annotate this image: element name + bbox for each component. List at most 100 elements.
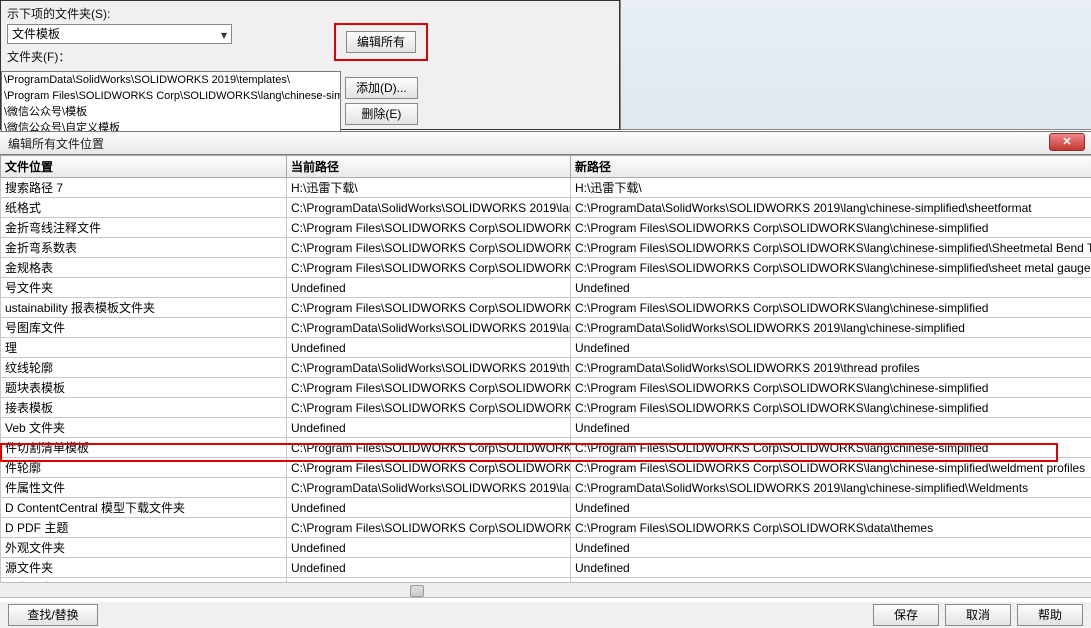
cell-new-path[interactable]: Undefined — [571, 538, 1091, 558]
table-row[interactable]: 金规格表C:\Program Files\SOLIDWORKS Corp\SOL… — [1, 258, 1091, 278]
cell-file-location[interactable]: ustainability 报表模板文件夹 — [1, 298, 287, 318]
table-row[interactable]: ustainability 报表模板文件夹C:\Program Files\SO… — [1, 298, 1091, 318]
cell-current-path[interactable]: C:\ProgramData\SolidWorks\SOLIDWORKS 201… — [287, 358, 571, 378]
scrollbar-thumb[interactable] — [410, 585, 424, 597]
cell-file-location[interactable]: 金折弯系数表 — [1, 238, 287, 258]
cell-current-path[interactable]: Undefined — [287, 498, 571, 518]
cell-new-path[interactable]: C:\Program Files\SOLIDWORKS Corp\SOLIDWO… — [571, 438, 1091, 458]
cell-new-path[interactable]: C:\ProgramData\SolidWorks\SOLIDWORKS 201… — [571, 198, 1091, 218]
table-row[interactable]: 件切割清单模板C:\Program Files\SOLIDWORKS Corp\… — [1, 438, 1091, 458]
cell-new-path[interactable]: H:\迅雷下载\ — [571, 178, 1091, 198]
table-row[interactable]: 金折弯线注释文件C:\Program Files\SOLIDWORKS Corp… — [1, 218, 1091, 238]
table-row[interactable]: 接表模板C:\Program Files\SOLIDWORKS Corp\SOL… — [1, 398, 1091, 418]
cell-current-path[interactable]: C:\ProgramData\SolidWorks\SOLIDWORKS 201… — [287, 198, 571, 218]
table-row[interactable]: 外观文件夹UndefinedUndefined — [1, 538, 1091, 558]
cell-file-location[interactable]: 源文件夹 — [1, 558, 287, 578]
cell-new-path[interactable]: C:\Program Files\SOLIDWORKS Corp\SOLIDWO… — [571, 378, 1091, 398]
cell-file-location[interactable]: 金折弯线注释文件 — [1, 218, 287, 238]
cell-current-path[interactable]: C:\ProgramData\SolidWorks\SOLIDWORKS 201… — [287, 478, 571, 498]
cell-new-path[interactable]: C:\Program Files\SOLIDWORKS Corp\SOLIDWO… — [571, 518, 1091, 538]
table-row[interactable]: 件轮廓C:\Program Files\SOLIDWORKS Corp\SOLI… — [1, 458, 1091, 478]
save-button[interactable]: 保存 — [873, 604, 939, 626]
table-row[interactable]: 金折弯系数表C:\Program Files\SOLIDWORKS Corp\S… — [1, 238, 1091, 258]
cell-current-path[interactable]: C:\ProgramData\SolidWorks\SOLIDWORKS 201… — [287, 318, 571, 338]
cell-current-path[interactable]: Undefined — [287, 418, 571, 438]
table-row[interactable]: 题块表模板C:\Program Files\SOLIDWORKS Corp\SO… — [1, 378, 1091, 398]
edit-all-button[interactable]: 编辑所有 — [346, 31, 416, 53]
folder-path[interactable]: \ProgramData\SolidWorks\SOLIDWORKS 2019\… — [4, 72, 338, 88]
cancel-button[interactable]: 取消 — [945, 604, 1011, 626]
cell-file-location[interactable]: 件切割清单模板 — [1, 438, 287, 458]
col-header-new-path[interactable]: 新路径 — [571, 156, 1091, 178]
cell-current-path[interactable]: C:\Program Files\SOLIDWORKS Corp\SOLIDWO… — [287, 298, 571, 318]
help-button[interactable]: 帮助 — [1017, 604, 1083, 626]
cell-file-location[interactable]: 金规格表 — [1, 258, 287, 278]
table-row[interactable]: 件属性文件C:\ProgramData\SolidWorks\SOLIDWORK… — [1, 478, 1091, 498]
table-row[interactable]: D PDF 主题C:\Program Files\SOLIDWORKS Corp… — [1, 518, 1091, 538]
cell-file-location[interactable]: Veb 文件夹 — [1, 418, 287, 438]
col-header-current-path[interactable]: 当前路径 — [287, 156, 571, 178]
bottom-button-bar: 查找/替换 保存 取消 帮助 — [0, 602, 1091, 628]
cell-file-location[interactable]: 件轮廓 — [1, 458, 287, 478]
folder-path[interactable]: \Program Files\SOLIDWORKS Corp\SOLIDWORK… — [4, 88, 338, 104]
cell-file-location[interactable]: 搜索路径 7 — [1, 178, 287, 198]
cell-current-path[interactable]: H:\迅雷下载\ — [287, 178, 571, 198]
folder-path[interactable]: \微信公众号\模板 — [4, 104, 338, 120]
cell-current-path[interactable]: Undefined — [287, 558, 571, 578]
cell-current-path[interactable]: Undefined — [287, 338, 571, 358]
folder-list[interactable]: \ProgramData\SolidWorks\SOLIDWORKS 2019\… — [1, 71, 341, 133]
cell-file-location[interactable]: 号图库文件 — [1, 318, 287, 338]
cell-current-path[interactable]: Undefined — [287, 538, 571, 558]
cell-current-path[interactable]: C:\Program Files\SOLIDWORKS Corp\SOLIDWO… — [287, 258, 571, 278]
dropdown-value: 文件模板 — [12, 27, 60, 41]
cell-new-path[interactable]: C:\Program Files\SOLIDWORKS Corp\SOLIDWO… — [571, 398, 1091, 418]
cell-file-location[interactable]: 接表模板 — [1, 398, 287, 418]
cell-file-location[interactable]: 理 — [1, 338, 287, 358]
cell-file-location[interactable]: D ContentCentral 模型下载文件夹 — [1, 498, 287, 518]
table-row[interactable]: 理UndefinedUndefined — [1, 338, 1091, 358]
find-replace-button[interactable]: 查找/替换 — [8, 604, 98, 626]
cell-current-path[interactable]: C:\Program Files\SOLIDWORKS Corp\SOLIDWO… — [287, 438, 571, 458]
cell-file-location[interactable]: 纸格式 — [1, 198, 287, 218]
cell-current-path[interactable]: C:\Program Files\SOLIDWORKS Corp\SOLIDWO… — [287, 218, 571, 238]
table-row[interactable]: 号文件夹UndefinedUndefined — [1, 278, 1091, 298]
table-row[interactable]: D ContentCentral 模型下载文件夹UndefinedUndefin… — [1, 498, 1091, 518]
table-row[interactable]: 源文件夹UndefinedUndefined — [1, 558, 1091, 578]
cell-new-path[interactable]: Undefined — [571, 558, 1091, 578]
cell-current-path[interactable]: C:\Program Files\SOLIDWORKS Corp\SOLIDWO… — [287, 238, 571, 258]
table-row[interactable]: 纸格式C:\ProgramData\SolidWorks\SOLIDWORKS … — [1, 198, 1091, 218]
cell-new-path[interactable]: Undefined — [571, 278, 1091, 298]
table-row[interactable]: Veb 文件夹UndefinedUndefined — [1, 418, 1091, 438]
cell-file-location[interactable]: 题块表模板 — [1, 378, 287, 398]
cell-file-location[interactable]: 外观文件夹 — [1, 538, 287, 558]
delete-button[interactable]: 删除(E) — [345, 103, 418, 125]
cell-file-location[interactable]: 纹线轮廓 — [1, 358, 287, 378]
add-button[interactable]: 添加(D)... — [345, 77, 418, 99]
table-row[interactable]: 号图库文件C:\ProgramData\SolidWorks\SOLIDWORK… — [1, 318, 1091, 338]
cell-current-path[interactable]: C:\Program Files\SOLIDWORKS Corp\SOLIDWO… — [287, 398, 571, 418]
col-header-location[interactable]: 文件位置 — [1, 156, 287, 178]
cell-file-location[interactable]: 件属性文件 — [1, 478, 287, 498]
table-row[interactable]: 纹线轮廓C:\ProgramData\SolidWorks\SOLIDWORKS… — [1, 358, 1091, 378]
cell-new-path[interactable]: Undefined — [571, 418, 1091, 438]
folder-type-dropdown[interactable]: 文件模板 — [7, 24, 232, 44]
cell-file-location[interactable]: 号文件夹 — [1, 278, 287, 298]
cell-new-path[interactable]: C:\Program Files\SOLIDWORKS Corp\SOLIDWO… — [571, 298, 1091, 318]
cell-new-path[interactable]: C:\Program Files\SOLIDWORKS Corp\SOLIDWO… — [571, 258, 1091, 278]
table-row[interactable]: 搜索路径 7H:\迅雷下载\H:\迅雷下载\ — [1, 178, 1091, 198]
cell-new-path[interactable]: Undefined — [571, 498, 1091, 518]
cell-current-path[interactable]: C:\Program Files\SOLIDWORKS Corp\SOLIDWO… — [287, 378, 571, 398]
cell-new-path[interactable]: C:\Program Files\SOLIDWORKS Corp\SOLIDWO… — [571, 218, 1091, 238]
cell-new-path[interactable]: C:\ProgramData\SolidWorks\SOLIDWORKS 201… — [571, 358, 1091, 378]
close-icon[interactable]: ✕ — [1049, 133, 1085, 151]
horizontal-scrollbar[interactable] — [0, 582, 1091, 598]
cell-current-path[interactable]: C:\Program Files\SOLIDWORKS Corp\SOLIDWO… — [287, 458, 571, 478]
cell-current-path[interactable]: Undefined — [287, 278, 571, 298]
cell-new-path[interactable]: C:\Program Files\SOLIDWORKS Corp\SOLIDWO… — [571, 458, 1091, 478]
cell-new-path[interactable]: Undefined — [571, 338, 1091, 358]
cell-current-path[interactable]: C:\Program Files\SOLIDWORKS Corp\SOLIDWO… — [287, 518, 571, 538]
cell-new-path[interactable]: C:\ProgramData\SolidWorks\SOLIDWORKS 201… — [571, 318, 1091, 338]
cell-new-path[interactable]: C:\Program Files\SOLIDWORKS Corp\SOLIDWO… — [571, 238, 1091, 258]
cell-file-location[interactable]: D PDF 主题 — [1, 518, 287, 538]
cell-new-path[interactable]: C:\ProgramData\SolidWorks\SOLIDWORKS 201… — [571, 478, 1091, 498]
